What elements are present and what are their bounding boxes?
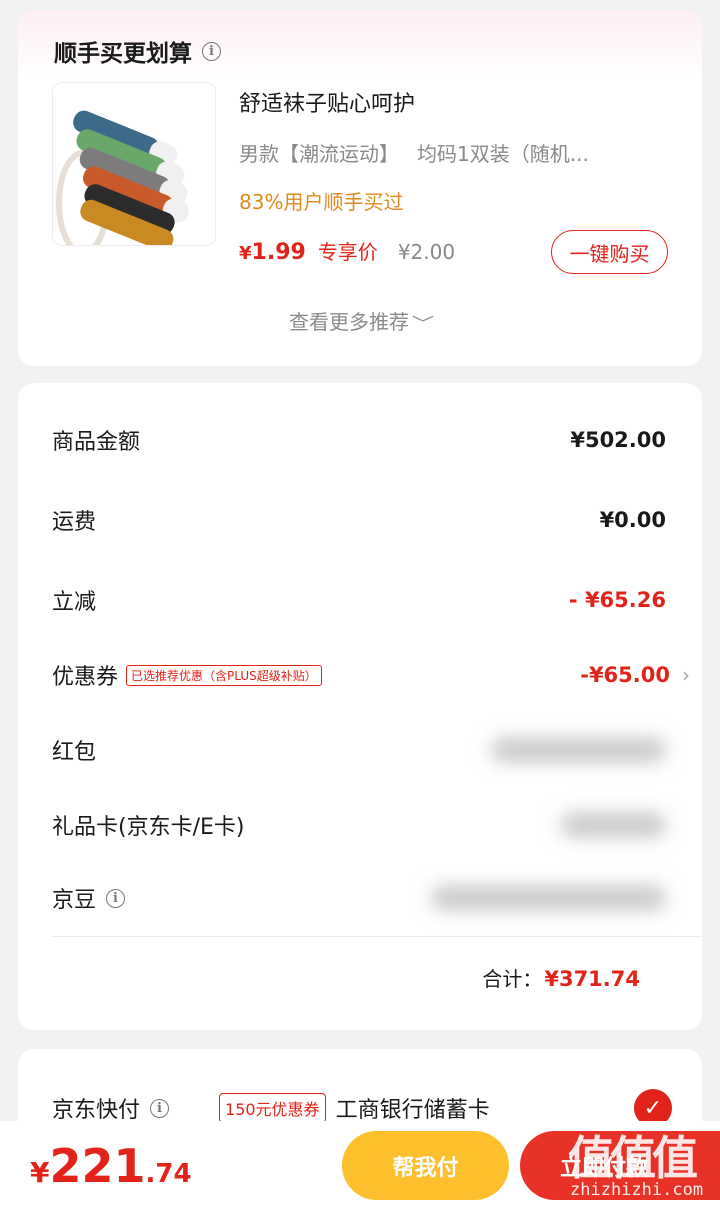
price-tag: 专享价: [317, 240, 378, 264]
divider: [52, 936, 702, 937]
pay-amount-int: 221: [49, 1139, 146, 1193]
summary-row-discount: 立减 - ¥65.26: [52, 580, 666, 620]
summary-value: ¥502.00: [570, 428, 666, 452]
product-price: ¥1.99: [239, 240, 306, 265]
original-price: ¥2.00: [397, 240, 456, 264]
summary-value: - ¥65.26: [568, 588, 666, 612]
product-price-row: ¥1.99 专享价 ¥2.00: [239, 236, 455, 265]
watermark: 值值值 zhizhizhi.com: [560, 1120, 720, 1208]
see-more-link[interactable]: 查看更多推荐 ﹀: [18, 306, 702, 335]
coupon-value: -¥65.00: [580, 663, 670, 687]
bank-card-label: 工商银行储蓄卡: [335, 1098, 490, 1123]
price-value: 1.99: [251, 240, 306, 265]
summary-row-shipping: 运费 ¥0.00: [52, 500, 666, 540]
watermark-url: zhizhizhi.com: [570, 1180, 704, 1200]
recommend-title: 顺手买更划算 i: [54, 34, 221, 68]
blurred-value: [491, 738, 666, 762]
summary-label: 商品金额: [52, 430, 141, 455]
summary-row-giftcard[interactable]: 礼品卡(京东卡/E卡): [52, 805, 666, 845]
product-name[interactable]: 舒适袜子贴心呵护: [239, 86, 415, 118]
info-icon[interactable]: i: [202, 41, 221, 61]
coupon-label: 优惠券: [52, 665, 119, 690]
payment-label: 京东快付 i: [52, 1092, 170, 1124]
one-click-buy-button[interactable]: 一键购买: [551, 230, 668, 274]
product-thumbnail[interactable]: [52, 82, 216, 246]
subtotal: 合计： ¥371.74: [482, 963, 640, 992]
info-icon[interactable]: i: [106, 888, 126, 908]
coupon-badge: 已选推荐优惠（含PLUS超级补贴）: [126, 664, 322, 686]
price-currency: ¥: [239, 243, 252, 264]
summary-row-goods: 商品金额 ¥502.00: [52, 420, 666, 460]
recommend-card: 顺手买更划算 i 舒适袜子贴心呵护 男款【潮流运动】 均码1双装（随机... 83…: [18, 10, 702, 366]
summary-row-redpacket[interactable]: 红包: [52, 730, 666, 770]
socks-image-icon: [53, 83, 215, 245]
watermark-logo: 值值值: [568, 1131, 698, 1185]
summary-label: 立减: [52, 590, 97, 615]
product-spec-left: 男款【潮流运动】: [239, 142, 399, 166]
blurred-value: [431, 886, 666, 910]
payment-label-text: 京东快付: [52, 1098, 141, 1123]
product-spec: 男款【潮流运动】 均码1双装（随机...: [239, 138, 629, 167]
jingdou-label: 京豆: [52, 888, 97, 913]
pay-amount: ¥ 221 .74: [30, 1139, 192, 1193]
buy-rate-text: 83%用户顺手买过: [239, 190, 404, 214]
summary-label: 红包: [52, 740, 97, 765]
recommend-title-text: 顺手买更划算: [54, 41, 192, 67]
pay-amount-dec: .74: [145, 1159, 192, 1189]
chevron-down-icon: ﹀: [411, 314, 435, 333]
product-spec-right: 均码1双装（随机...: [417, 142, 589, 166]
summary-label: 优惠券 已选推荐优惠（含PLUS超级补贴）: [52, 659, 322, 691]
summary-label: 礼品卡(京东卡/E卡): [52, 815, 245, 840]
summary-label: 运费: [52, 510, 97, 535]
summary-value: ¥0.00: [599, 508, 666, 532]
payment-coupon-badge: 150元优惠券: [219, 1093, 326, 1123]
pay-currency: ¥: [30, 1156, 50, 1189]
summary-row-coupon[interactable]: 优惠券 已选推荐优惠（含PLUS超级补贴） -¥65.00 ›: [52, 655, 690, 695]
summary-row-jingdou[interactable]: 京豆 i: [52, 878, 666, 918]
subtotal-value: ¥371.74: [544, 967, 640, 991]
see-more-label: 查看更多推荐: [288, 310, 409, 334]
order-summary-card: 商品金额 ¥502.00 运费 ¥0.00 立减 - ¥65.26 优惠券 已选…: [18, 383, 702, 1030]
summary-label: 京豆 i: [52, 882, 126, 914]
subtotal-label: 合计：: [482, 967, 543, 991]
blurred-value: [561, 813, 666, 837]
info-icon[interactable]: i: [150, 1098, 170, 1118]
chevron-right-icon[interactable]: ›: [682, 663, 690, 687]
help-me-pay-button[interactable]: 帮我付: [342, 1131, 509, 1200]
